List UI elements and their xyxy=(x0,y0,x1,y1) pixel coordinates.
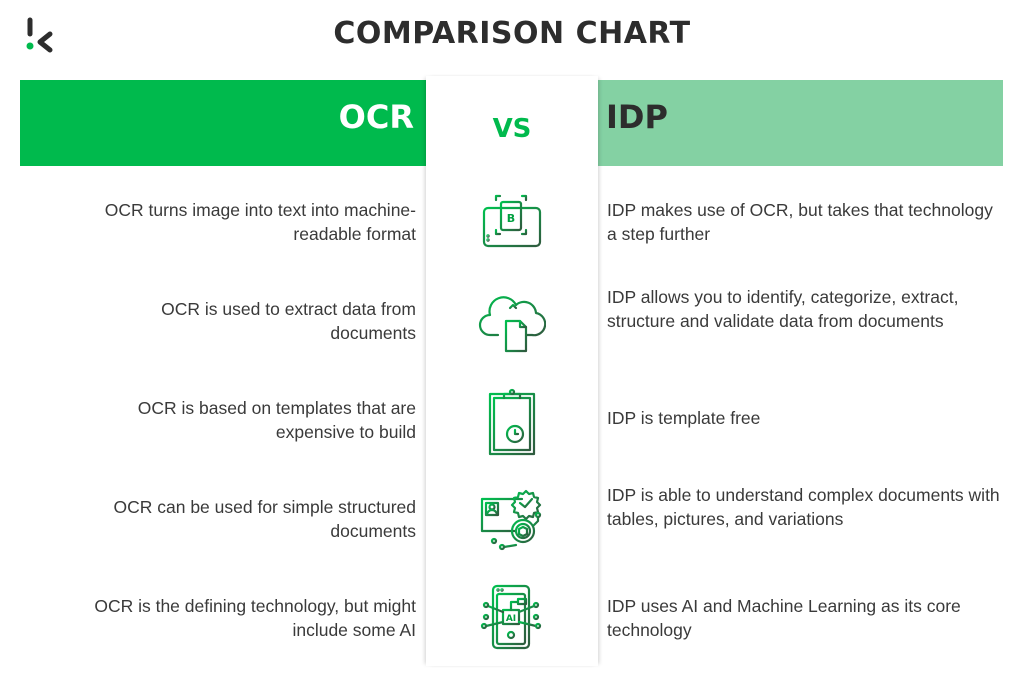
scan-document-icon: B xyxy=(476,192,546,262)
ai-chip-icon: AI xyxy=(476,582,546,652)
comparison-row: OCR is the defining technology, but migh… xyxy=(0,584,1024,688)
clipboard-timer-icon xyxy=(476,386,546,456)
idp-point: IDP is able to understand complex docume… xyxy=(607,485,1000,529)
svg-text:AI: AI xyxy=(506,614,516,624)
idp-point: IDP is template free xyxy=(607,408,761,428)
ocr-header-label: OCR xyxy=(338,98,414,136)
ocr-point: OCR can be used for simple structured do… xyxy=(113,497,417,541)
cloud-document-upload-icon xyxy=(476,289,547,359)
ocr-point: OCR is based on templates that are expen… xyxy=(137,398,416,442)
comparison-row: OCR is based on templates that are expen… xyxy=(0,388,1024,490)
idp-point: IDP allows you to identify, categorize, … xyxy=(607,287,959,331)
idp-header-label: IDP xyxy=(606,98,668,136)
page-title: COMPARISON CHART xyxy=(333,16,691,51)
comparison-row: OCR turns image into text into machine-r… xyxy=(0,194,1024,292)
ocr-point: OCR is the defining technology, but migh… xyxy=(94,596,416,640)
ocr-point: OCR turns image into text into machine-r… xyxy=(104,200,416,244)
ocr-header-band: OCR xyxy=(20,80,426,166)
svg-text:B: B xyxy=(507,212,515,225)
comparison-row: OCR is used to extract data from documen… xyxy=(0,287,1024,391)
comparison-row: OCR can be used for simple structured do… xyxy=(0,485,1024,589)
vs-label: VS xyxy=(492,114,532,144)
idp-point: IDP uses AI and Machine Learning as its … xyxy=(607,596,961,640)
id-card-verified-icon xyxy=(476,485,546,555)
idp-point: IDP makes use of OCR, but takes that tec… xyxy=(607,200,993,244)
ocr-point: OCR is used to extract data from documen… xyxy=(161,299,416,343)
idp-header-band: IDP xyxy=(598,80,1003,166)
